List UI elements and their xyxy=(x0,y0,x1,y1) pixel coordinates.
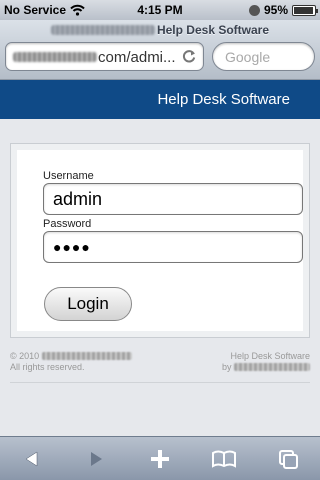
search-field[interactable]: Google xyxy=(212,42,315,71)
login-button[interactable]: Login xyxy=(44,287,132,321)
battery-icon xyxy=(292,4,318,16)
browser-page-title-text: Help Desk Software xyxy=(156,23,270,37)
username-label: Username xyxy=(43,170,94,182)
redacted-title-text xyxy=(50,25,155,35)
rotation-lock-icon xyxy=(248,4,260,16)
password-label: Password xyxy=(43,218,92,230)
browser-chrome: Help Desk Software com/admi... Google xyxy=(0,20,320,80)
forward-icon xyxy=(91,452,102,466)
login-panel: Username admin Password ●●●● Login xyxy=(10,143,310,338)
pages-button[interactable] xyxy=(256,437,320,480)
forward-button[interactable] xyxy=(64,437,128,480)
login-panel-inner: Username admin Password ●●●● Login xyxy=(17,150,303,331)
browser-page-title: Help Desk Software xyxy=(0,23,320,37)
back-icon xyxy=(25,451,38,467)
url-text: com/admi... xyxy=(98,49,176,66)
status-bar: No Service 4:15 PM 95% xyxy=(0,0,320,20)
redacted-url-text xyxy=(13,52,97,62)
browser-toolbar xyxy=(0,436,320,480)
status-right: 95% xyxy=(248,3,318,17)
footer-left: © 2010 All rights reserved. xyxy=(10,351,132,373)
url-field[interactable]: com/admi... xyxy=(5,42,204,71)
add-icon xyxy=(151,450,169,468)
site-header-title: Help Desk Software xyxy=(157,91,290,108)
rights-text: All rights reserved. xyxy=(10,362,85,372)
footer-right: Help Desk Software by xyxy=(222,351,310,373)
back-button[interactable] xyxy=(0,437,64,480)
battery-fill xyxy=(294,6,313,14)
footer-divider xyxy=(10,382,310,383)
pages-icon xyxy=(279,450,298,469)
battery-percent: 95% xyxy=(263,3,288,17)
bookmarks-icon xyxy=(212,450,236,468)
bookmarks-button[interactable] xyxy=(192,437,256,480)
copyright-text: © 2010 xyxy=(10,351,40,361)
add-button[interactable] xyxy=(128,437,192,480)
footer-by: by xyxy=(221,362,232,372)
footer-product-link[interactable]: Help Desk Software xyxy=(222,351,310,362)
redacted-company xyxy=(41,352,132,360)
site-header: Help Desk Software xyxy=(0,80,320,119)
password-input[interactable]: ●●●● xyxy=(43,231,303,263)
username-input[interactable]: admin xyxy=(43,183,303,215)
redacted-vendor-link[interactable] xyxy=(234,363,310,371)
reload-icon[interactable] xyxy=(181,48,197,64)
